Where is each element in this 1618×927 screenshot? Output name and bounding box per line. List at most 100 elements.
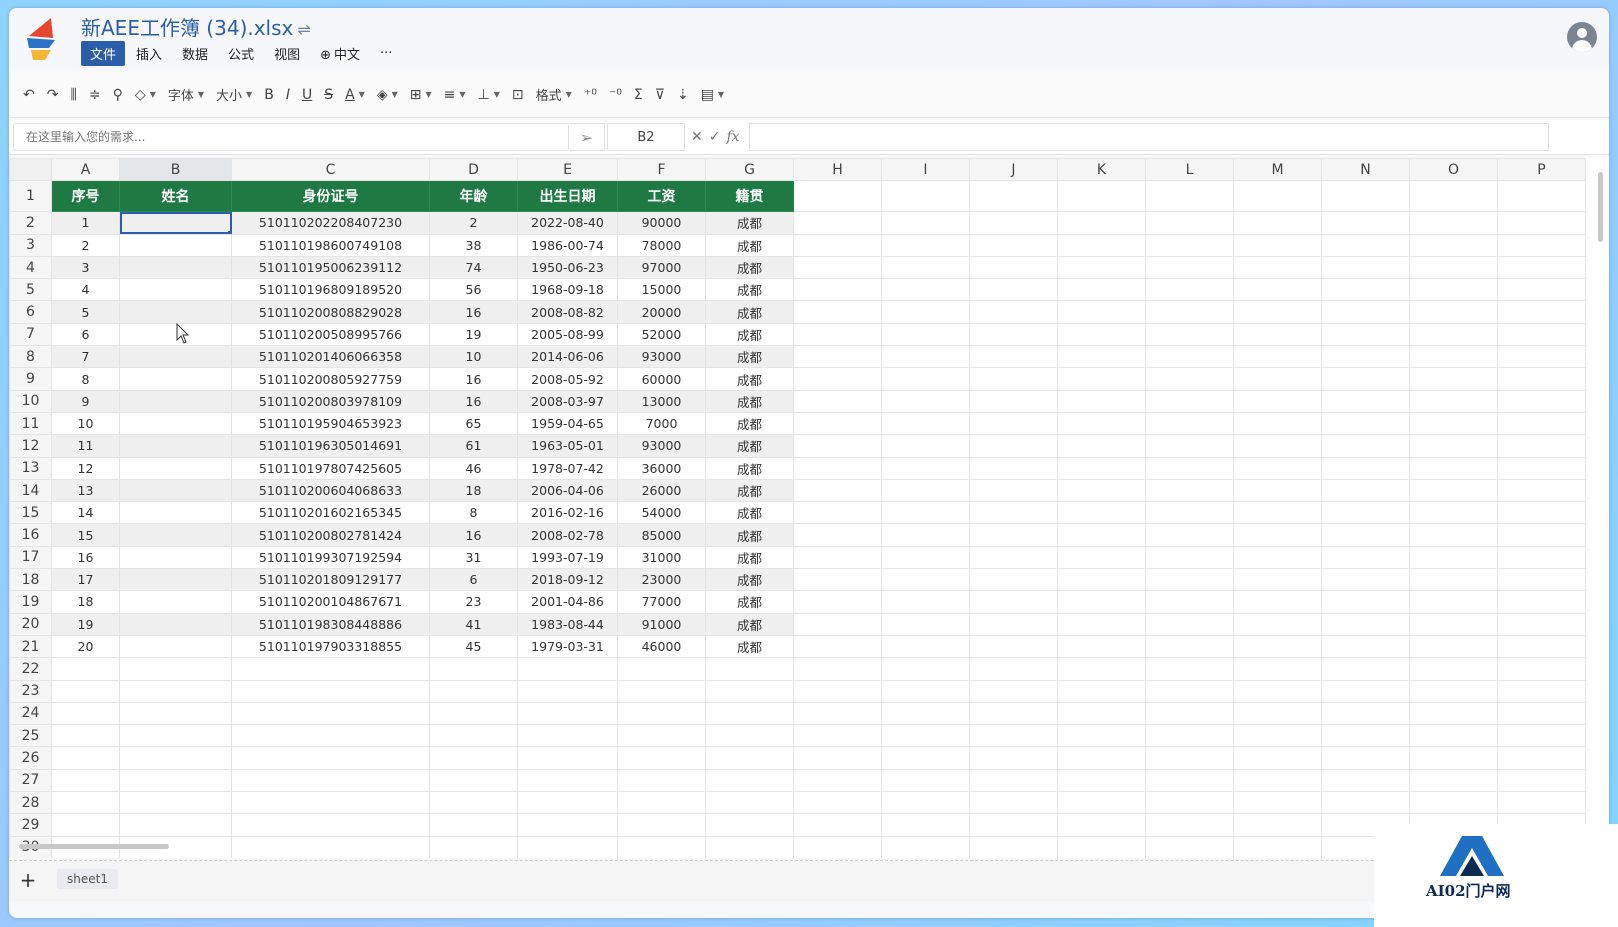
cell[interactable]	[881, 813, 970, 837]
cell[interactable]	[1233, 478, 1322, 503]
cell[interactable]	[1145, 835, 1234, 858]
cell[interactable]	[705, 813, 794, 837]
cell[interactable]	[1321, 679, 1410, 703]
cell[interactable]	[1057, 456, 1146, 480]
row-header[interactable]: 1	[9, 180, 52, 213]
row-header[interactable]: 23	[9, 679, 52, 703]
cell[interactable]	[1497, 634, 1586, 659]
cell[interactable]	[119, 278, 232, 302]
cell[interactable]	[793, 523, 882, 547]
cell[interactable]	[517, 791, 618, 815]
row-header[interactable]: 24	[9, 701, 52, 726]
cell[interactable]	[1057, 434, 1146, 458]
cell[interactable]: 成都	[705, 411, 794, 436]
row-header[interactable]: 28	[9, 791, 52, 815]
cell[interactable]	[793, 233, 882, 257]
cell[interactable]	[1057, 791, 1146, 815]
cell[interactable]	[793, 568, 882, 592]
cell[interactable]	[1145, 300, 1234, 324]
cell[interactable]: 31	[429, 545, 518, 570]
cell[interactable]	[1409, 367, 1498, 391]
cell[interactable]	[1145, 813, 1234, 837]
border-dropdown[interactable]: ⊞ ▼	[404, 80, 438, 110]
cell[interactable]: 510110198600749108	[231, 233, 430, 257]
cell[interactable]	[231, 724, 430, 748]
cell[interactable]	[119, 679, 232, 703]
cell[interactable]: 成都	[705, 612, 794, 636]
cell[interactable]	[793, 701, 882, 726]
cell[interactable]: 510110195904653923	[231, 411, 430, 436]
cell[interactable]	[793, 501, 882, 525]
cell[interactable]	[119, 233, 232, 257]
cell[interactable]	[881, 300, 970, 324]
cell[interactable]: 56	[429, 278, 518, 302]
cell[interactable]: 23000	[617, 568, 706, 592]
cell[interactable]	[1409, 255, 1498, 280]
row-header[interactable]: 9	[9, 367, 52, 391]
cell[interactable]	[793, 813, 882, 837]
cell[interactable]: 成都	[705, 211, 794, 235]
cell[interactable]: 成都	[705, 345, 794, 369]
cell[interactable]: 18	[51, 590, 120, 614]
cell[interactable]	[1497, 180, 1586, 213]
cell[interactable]	[969, 590, 1058, 614]
cell[interactable]	[1145, 590, 1234, 614]
cell[interactable]	[1057, 180, 1146, 213]
cell[interactable]	[51, 679, 120, 703]
cell[interactable]	[881, 523, 970, 547]
swap-icon[interactable]: ⇌	[297, 20, 310, 39]
cell[interactable]	[969, 478, 1058, 503]
cell[interactable]	[1409, 746, 1498, 770]
cell[interactable]	[1057, 568, 1146, 592]
cell[interactable]	[51, 813, 120, 837]
cell[interactable]	[1321, 180, 1410, 213]
cell[interactable]	[1497, 411, 1586, 436]
cell[interactable]	[1233, 768, 1322, 793]
cell[interactable]: 1968-09-18	[517, 278, 618, 302]
cell[interactable]	[51, 701, 120, 726]
cell[interactable]	[1057, 813, 1146, 837]
cell[interactable]	[969, 612, 1058, 636]
cell[interactable]: 成都	[705, 367, 794, 391]
cell[interactable]	[881, 545, 970, 570]
cell[interactable]	[1321, 501, 1410, 525]
cell[interactable]	[1233, 389, 1322, 413]
align-dropdown[interactable]: ≡ ▼	[438, 80, 472, 110]
cell[interactable]	[119, 478, 232, 503]
cell[interactable]	[1321, 724, 1410, 748]
cell[interactable]	[881, 211, 970, 235]
cell[interactable]	[1145, 411, 1234, 436]
cell[interactable]	[793, 367, 882, 391]
cell[interactable]	[793, 634, 882, 659]
cell[interactable]	[1145, 701, 1234, 726]
cell[interactable]: 54000	[617, 501, 706, 525]
cell[interactable]	[705, 791, 794, 815]
cell[interactable]	[793, 791, 882, 815]
cell[interactable]	[1409, 679, 1498, 703]
cell[interactable]	[51, 791, 120, 815]
cell[interactable]	[1145, 501, 1234, 525]
cell[interactable]: 11	[51, 434, 120, 458]
cell[interactable]	[793, 411, 882, 436]
cell[interactable]	[1409, 523, 1498, 547]
cell[interactable]: 510110199307192594	[231, 545, 430, 570]
cell[interactable]	[1057, 545, 1146, 570]
font-family-dropdown[interactable]: 字体 ▼	[162, 80, 210, 110]
cell[interactable]	[119, 813, 232, 837]
cell[interactable]	[1145, 322, 1234, 347]
row-header[interactable]: 15	[9, 501, 52, 525]
cell[interactable]	[119, 411, 232, 436]
cell[interactable]: 85000	[617, 523, 706, 547]
cell[interactable]	[1057, 612, 1146, 636]
cell[interactable]	[1145, 523, 1234, 547]
cell[interactable]: 510110200803978109	[231, 389, 430, 413]
cell[interactable]: 510110196305014691	[231, 434, 430, 458]
cell[interactable]	[1409, 657, 1498, 681]
cell[interactable]	[881, 590, 970, 614]
cell[interactable]	[617, 657, 706, 681]
cell[interactable]	[1321, 411, 1410, 436]
cell[interactable]	[1497, 211, 1586, 235]
cell[interactable]: 12	[51, 456, 120, 480]
cell[interactable]	[881, 233, 970, 257]
cell[interactable]	[1145, 434, 1234, 458]
